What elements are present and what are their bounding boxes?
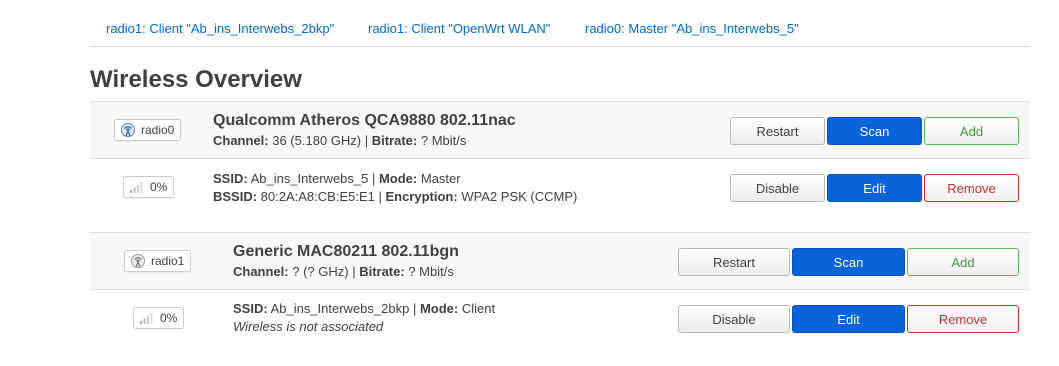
device-info: Generic MAC80211 802.11bgn Channel: ? (?… xyxy=(233,243,459,281)
channel-label: Channel: xyxy=(233,264,289,279)
bitrate-label: Bitrate: xyxy=(359,264,405,279)
scan-button[interactable]: Scan xyxy=(792,248,905,276)
signal-badge: 0% xyxy=(123,176,175,198)
ssid-line: SSID: Ab_ins_Interwebs_2bkp | Mode: Clie… xyxy=(233,300,495,318)
signal-badge: 0% xyxy=(133,307,185,329)
signal-bars-icon xyxy=(130,182,143,193)
bssid-line: BSSID: 80:2A:A8:CB:E5:E1 | Encryption: W… xyxy=(213,188,577,206)
page-title: Wireless Overview xyxy=(90,66,302,93)
remove-button[interactable]: Remove xyxy=(924,174,1019,202)
ssid-value: Ab_ins_Interwebs_2bkp | xyxy=(267,301,420,316)
tab-radio1-client-bkp[interactable]: radio1: Client "Ab_ins_Interwebs_2bkp" xyxy=(106,21,334,36)
device-badge: radio1 xyxy=(124,250,192,272)
tab-radio0-master[interactable]: radio0: Master "Ab_ins_Interwebs_5" xyxy=(585,21,799,36)
mode-label: Mode: xyxy=(378,171,418,186)
ssid-label: SSID: xyxy=(233,301,268,316)
network-row-radio0: 0% SSID: Ab_ins_Interwebs_5 | Mode: Mast… xyxy=(90,158,1030,214)
bitrate-label: Bitrate: xyxy=(371,133,418,148)
encryption-label: Encryption: xyxy=(385,189,458,204)
add-button[interactable]: Add xyxy=(924,117,1019,145)
network-info: SSID: Ab_ins_Interwebs_2bkp | Mode: Clie… xyxy=(233,300,495,336)
device-info: Qualcomm Atheros QCA9880 802.11nac Chann… xyxy=(213,112,516,150)
encryption-value: WPA2 PSK (CCMP) xyxy=(457,189,578,204)
channel-value: ? (? GHz) | xyxy=(288,264,360,279)
mode-value: Master xyxy=(417,171,461,186)
bitrate-value: ? Mbit/s xyxy=(417,133,467,148)
channel-value: 36 (5.180 GHz) | xyxy=(268,133,372,148)
device-row-radio0: radio0 Qualcomm Atheros QCA9880 802.11na… xyxy=(90,101,1030,158)
device-channel-line: Channel: 36 (5.180 GHz) | Bitrate: ? Mbi… xyxy=(213,132,516,150)
bssid-value: 80:2A:A8:CB:E5:E1 | xyxy=(257,189,386,204)
mode-label: Mode: xyxy=(419,301,459,316)
bssid-label: BSSID: xyxy=(213,189,258,204)
add-button[interactable]: Add xyxy=(907,248,1019,276)
device-badge: radio0 xyxy=(114,119,182,141)
ssid-line: SSID: Ab_ins_Interwebs_5 | Mode: Master xyxy=(213,170,577,188)
bitrate-value: ? Mbit/s xyxy=(404,264,454,279)
wireless-radio-icon xyxy=(131,254,145,268)
device-name: Generic MAC80211 802.11bgn xyxy=(233,243,459,260)
association-status: Wireless is not associated xyxy=(233,319,384,334)
disable-button[interactable]: Disable xyxy=(730,174,825,202)
device-name: Qualcomm Atheros QCA9880 802.11nac xyxy=(213,112,516,129)
device-badge-label: radio0 xyxy=(141,123,175,137)
wireless-radio-icon xyxy=(121,123,135,137)
device-row-radio1: radio1 Generic MAC80211 802.11bgn Channe… xyxy=(90,232,1030,289)
device-badge-label: radio1 xyxy=(151,254,185,268)
restart-button[interactable]: Restart xyxy=(730,117,825,145)
signal-bars-icon xyxy=(140,313,153,324)
device-channel-line: Channel: ? (? GHz) | Bitrate: ? Mbit/s xyxy=(233,263,459,281)
remove-button[interactable]: Remove xyxy=(907,305,1019,333)
disable-button[interactable]: Disable xyxy=(678,305,790,333)
tab-radio1-client-openwrt[interactable]: radio1: Client "OpenWrt WLAN" xyxy=(368,21,550,36)
restart-button[interactable]: Restart xyxy=(678,248,790,276)
channel-label: Channel: xyxy=(213,133,269,148)
signal-percent: 0% xyxy=(160,311,178,325)
ssid-value: Ab_ins_Interwebs_5 | xyxy=(247,171,379,186)
mode-value: Client xyxy=(458,301,496,316)
edit-button[interactable]: Edit xyxy=(827,174,922,202)
network-info: SSID: Ab_ins_Interwebs_5 | Mode: Master … xyxy=(213,170,577,206)
network-row-radio1: 0% SSID: Ab_ins_Interwebs_2bkp | Mode: C… xyxy=(90,289,1030,346)
edit-button[interactable]: Edit xyxy=(792,305,905,333)
ssid-label: SSID: xyxy=(213,171,248,186)
network-tabs: radio1: Client "Ab_ins_Interwebs_2bkp" r… xyxy=(90,14,1030,47)
signal-percent: 0% xyxy=(150,180,168,194)
scan-button[interactable]: Scan xyxy=(827,117,922,145)
